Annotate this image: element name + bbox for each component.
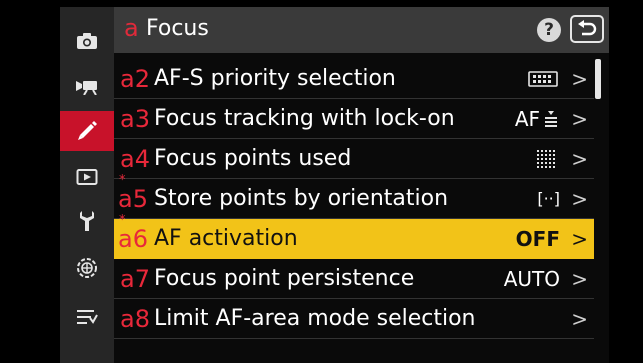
menu-item-value: AF xyxy=(514,107,540,131)
menu-item-focus-point-persistence[interactable]: a7 Focus point persistence AUTO > xyxy=(114,259,594,299)
menu-group-letter: a xyxy=(124,14,139,42)
menu-item-label: AF activation xyxy=(154,226,298,251)
my-menu-tab[interactable] xyxy=(60,297,114,337)
menu-category-sidebar xyxy=(60,7,114,363)
menu-item-code: a8 xyxy=(120,305,150,333)
menu-item-code: * a6 xyxy=(118,213,148,254)
menu-item-label: AF-S priority selection xyxy=(154,66,396,91)
chevron-right-icon: > xyxy=(571,307,588,331)
star-icon: * xyxy=(119,173,126,188)
menu-item-label: Focus tracking with lock-on xyxy=(154,106,455,131)
menu-item-code: a4 xyxy=(120,145,150,173)
movie-camera-icon xyxy=(76,81,97,95)
page-title: Focus xyxy=(146,16,209,41)
chevron-right-icon: > xyxy=(571,187,588,211)
setup-menu-tab[interactable] xyxy=(60,201,114,241)
menu-item-label: Limit AF-area mode selection xyxy=(154,306,476,331)
star-icon: * xyxy=(119,213,126,228)
focus-points-grid-icon xyxy=(536,148,556,170)
menu-item-label: Focus points used xyxy=(154,146,352,171)
chevron-right-icon: > xyxy=(571,67,588,91)
chevron-right-icon: > xyxy=(571,107,588,131)
menu-item-store-points-by-orientation[interactable]: * a5 Store points by orientation [··] > xyxy=(114,173,594,219)
playback-icon xyxy=(76,169,98,185)
menu-header: a Focus ? xyxy=(114,7,609,53)
menu-item-code: a2 xyxy=(120,65,150,93)
photo-shooting-menu-tab[interactable] xyxy=(60,21,114,61)
menu-item-value: AUTO xyxy=(503,267,560,291)
network-menu-tab[interactable] xyxy=(60,248,114,288)
menu-item-code: * a5 xyxy=(118,173,148,214)
my-menu-icon xyxy=(77,310,98,324)
playback-menu-tab[interactable] xyxy=(60,157,114,197)
help-button[interactable]: ? xyxy=(537,18,561,42)
chevron-right-icon: > xyxy=(571,147,588,171)
menu-scrollbar[interactable] xyxy=(595,59,601,99)
pencil-icon xyxy=(78,121,97,140)
chevron-right-icon: > xyxy=(571,227,588,251)
menu-item-code: a3 xyxy=(120,105,150,133)
menu-item-focus-tracking-lock-on[interactable]: a3 Focus tracking with lock-on AF > xyxy=(114,99,594,139)
menu-item-focus-points-used[interactable]: a4 Focus points used > xyxy=(114,139,594,179)
custom-settings-menu-tab[interactable] xyxy=(60,111,114,151)
wrench-icon xyxy=(80,211,94,231)
network-icon xyxy=(77,258,97,278)
chevron-right-icon: > xyxy=(571,267,588,291)
return-arrow-icon xyxy=(578,20,597,36)
menu-item-af-activation[interactable]: * a6 AF activation OFF > xyxy=(114,213,594,259)
af-s-priority-icon xyxy=(528,68,558,90)
menu-item-label: Store points by orientation xyxy=(154,186,449,211)
menu-item-value: [··] xyxy=(537,189,560,208)
camera-icon xyxy=(77,33,97,49)
camera-menu-screen: a Focus ? a2 AF-S priority selection > a… xyxy=(60,7,609,363)
back-button[interactable] xyxy=(570,15,604,43)
menu-item-af-s-priority-selection[interactable]: a2 AF-S priority selection > xyxy=(114,59,594,99)
lock-on-level-icon xyxy=(544,108,558,130)
video-recording-menu-tab[interactable] xyxy=(60,66,114,106)
menu-item-code: a7 xyxy=(120,265,150,293)
menu-item-value: OFF xyxy=(515,227,560,251)
menu-item-label: Focus point persistence xyxy=(154,266,415,291)
menu-item-limit-af-area-mode-selection[interactable]: a8 Limit AF-area mode selection > xyxy=(114,299,594,339)
